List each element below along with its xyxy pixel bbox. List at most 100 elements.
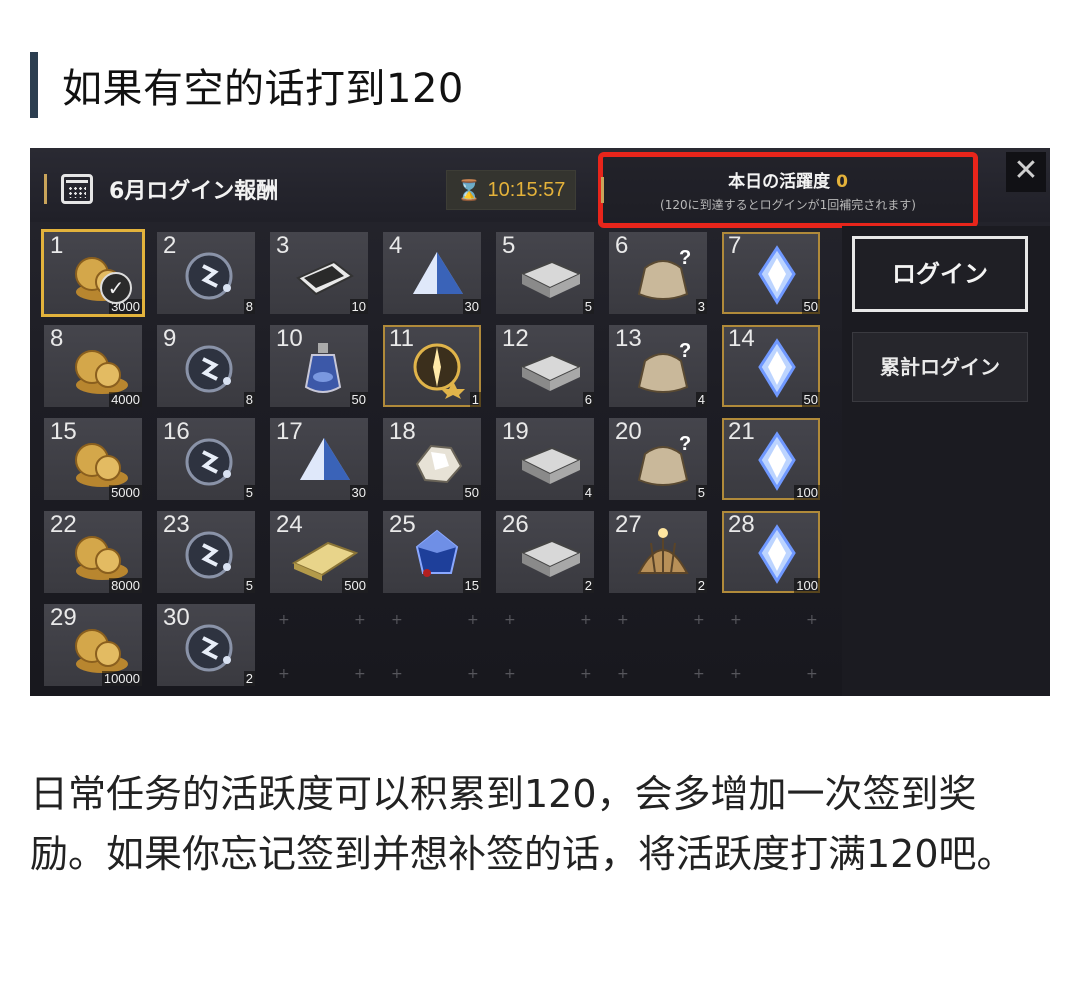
prism-icon bbox=[413, 252, 463, 294]
reward-day-7[interactable]: 7 50 bbox=[722, 232, 820, 314]
reward-day-21[interactable]: 21 100 bbox=[722, 418, 820, 500]
item-quantity: 500 bbox=[342, 578, 368, 593]
reward-day-28[interactable]: 28 100 bbox=[722, 511, 820, 593]
reward-day-9[interactable]: 98 bbox=[157, 325, 255, 407]
box-icon bbox=[519, 260, 583, 298]
empty-slot-marker: + bbox=[391, 666, 403, 682]
day-number: 8 bbox=[50, 325, 64, 352]
item-quantity: 4000 bbox=[109, 392, 142, 407]
day-number: 22 bbox=[50, 511, 77, 538]
bag-icon: ? bbox=[637, 247, 691, 300]
day-number: 20 bbox=[615, 418, 642, 445]
empty-slot-marker: + bbox=[354, 612, 366, 628]
item-quantity: 4 bbox=[582, 485, 594, 500]
activity-label: 本日の活躍度 bbox=[728, 172, 831, 192]
item-quantity: 30 bbox=[462, 299, 481, 314]
item-quantity: 8 bbox=[243, 299, 255, 314]
reward-day-25[interactable]: 25 15 bbox=[383, 511, 481, 593]
activity-box: 本日の活躍度 0 (120に到達するとログインが1回補完されます) bbox=[598, 152, 978, 228]
day-number: 9 bbox=[163, 325, 177, 352]
svg-text:?: ? bbox=[679, 340, 691, 362]
day-number: 6 bbox=[615, 232, 629, 259]
empty-slot-marker: + bbox=[391, 612, 403, 628]
item-quantity: 2 bbox=[695, 578, 707, 593]
reward-title: 6月ログイン報酬 bbox=[109, 179, 279, 204]
day-number: 19 bbox=[502, 418, 529, 445]
reward-day-1[interactable]: 1 3000 ✓ bbox=[44, 232, 142, 314]
crystal-icon bbox=[758, 245, 796, 305]
claimed-check-icon: ✓ bbox=[100, 272, 132, 304]
reward-day-19[interactable]: 19 4 bbox=[496, 418, 594, 500]
day-number: 11 bbox=[389, 325, 414, 352]
item-quantity: 2 bbox=[243, 671, 255, 686]
reward-day-20[interactable]: ? 20 5 bbox=[609, 418, 707, 500]
hourglass-icon: ⌛ bbox=[456, 178, 482, 202]
empty-slot-marker: + bbox=[693, 612, 705, 628]
reward-day-22[interactable]: 22 8000 bbox=[44, 511, 142, 593]
empty-slot-marker: + bbox=[806, 612, 818, 628]
reward-day-8[interactable]: 8 4000 bbox=[44, 325, 142, 407]
close-button[interactable]: ✕ bbox=[1006, 152, 1046, 192]
item-quantity: 5 bbox=[243, 485, 255, 500]
rune-icon bbox=[185, 345, 233, 393]
activity-tick bbox=[601, 177, 604, 203]
title-tick bbox=[44, 174, 47, 204]
reward-day-23[interactable]: 23 5 bbox=[157, 511, 255, 593]
item-quantity: 30 bbox=[349, 485, 368, 500]
day-number: 3 bbox=[276, 232, 290, 259]
reward-day-24[interactable]: 24 500 bbox=[270, 511, 368, 593]
reward-day-10[interactable]: 10 50 bbox=[270, 325, 368, 407]
reward-day-17[interactable]: 17 30 bbox=[270, 418, 368, 500]
item-quantity: 1 bbox=[469, 392, 481, 407]
day-number: 21 bbox=[728, 418, 755, 445]
reward-day-16[interactable]: 16 5 bbox=[157, 418, 255, 500]
empty-slot-marker: + bbox=[278, 666, 290, 682]
reward-day-18[interactable]: 18 50 bbox=[383, 418, 481, 500]
timer-text: 10:15:57 bbox=[487, 178, 566, 201]
login-button[interactable]: ログイン bbox=[852, 236, 1028, 312]
reward-day-6[interactable]: ? 6 3 bbox=[609, 232, 707, 314]
item-quantity: 50 bbox=[349, 392, 368, 407]
reward-day-4[interactable]: 4 30 bbox=[383, 232, 481, 314]
item-quantity: 8000 bbox=[109, 578, 142, 593]
empty-slot-marker: + bbox=[467, 666, 479, 682]
cumulative-login-button[interactable]: 累計ログイン bbox=[852, 332, 1028, 402]
item-quantity: 5 bbox=[243, 578, 255, 593]
empty-slot-marker: + bbox=[467, 612, 479, 628]
empty-slot-marker: + bbox=[504, 666, 516, 682]
reward-day-26[interactable]: 26 2 bbox=[496, 511, 594, 593]
reward-day-2[interactable]: 28 bbox=[157, 232, 255, 314]
empty-slot-marker: + bbox=[617, 666, 629, 682]
reward-day-12[interactable]: 12 6 bbox=[496, 325, 594, 407]
item-quantity: 2 bbox=[582, 578, 594, 593]
day-number: 16 bbox=[163, 418, 190, 445]
scroll-icon bbox=[296, 260, 354, 296]
empty-slot-marker: + bbox=[354, 666, 366, 682]
reward-day-27[interactable]: 27 2 bbox=[609, 511, 707, 593]
day-number: 27 bbox=[615, 511, 642, 538]
title-area: 6月ログイン報酬 bbox=[44, 166, 278, 212]
item-quantity: 50 bbox=[462, 485, 481, 500]
day-number: 24 bbox=[276, 511, 303, 538]
svg-text:?: ? bbox=[679, 433, 691, 455]
reward-day-14[interactable]: 14 50 bbox=[722, 325, 820, 407]
reward-day-13[interactable]: ? 13 4 bbox=[609, 325, 707, 407]
reward-day-29[interactable]: 29 10000 bbox=[44, 604, 142, 686]
item-quantity: 10000 bbox=[101, 671, 142, 686]
reward-day-11[interactable]: 11 1 bbox=[383, 325, 481, 407]
day-number: 1 bbox=[50, 232, 64, 259]
reward-day-5[interactable]: 55 bbox=[496, 232, 594, 314]
reward-day-30[interactable]: 30 2 bbox=[157, 604, 255, 686]
heading-accent-bar bbox=[30, 52, 38, 118]
item-quantity: 3 bbox=[695, 299, 707, 314]
reward-day-3[interactable]: 3 10 bbox=[270, 232, 368, 314]
svg-text:?: ? bbox=[679, 247, 691, 269]
item-quantity: 6 bbox=[582, 392, 594, 407]
day-number: 15 bbox=[50, 418, 77, 445]
day-number: 13 bbox=[615, 325, 642, 352]
heading-text: 如果有空的话打到120 bbox=[62, 66, 464, 112]
empty-slot-marker: + bbox=[806, 666, 818, 682]
item-quantity: 15 bbox=[462, 578, 481, 593]
empty-slot-marker: + bbox=[617, 612, 629, 628]
reward-day-15[interactable]: 15 5000 bbox=[44, 418, 142, 500]
